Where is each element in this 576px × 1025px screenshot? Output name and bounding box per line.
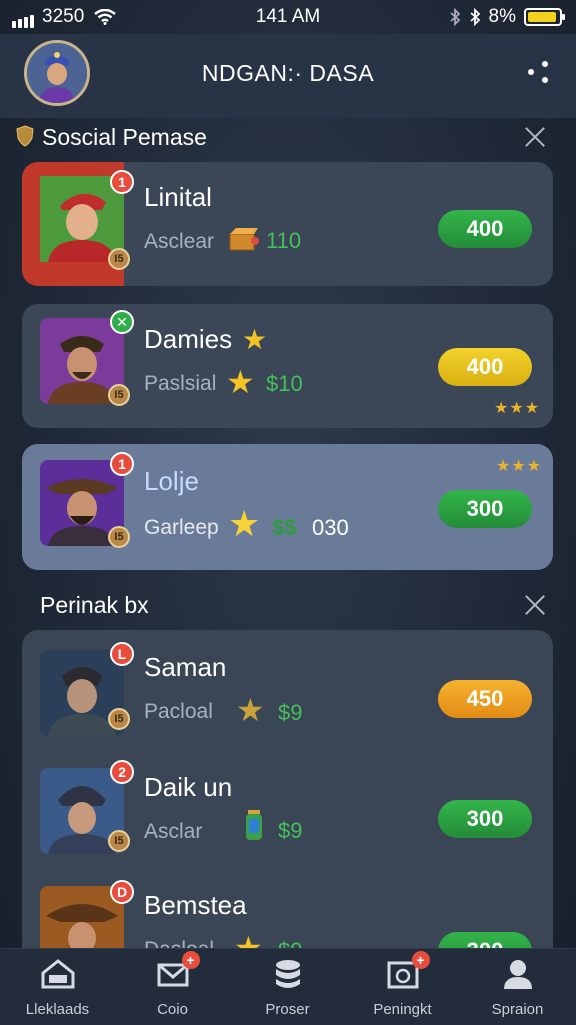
reward-value: $9 — [278, 818, 303, 843]
status-bar: 3250 141 AM 8% — [0, 0, 576, 34]
list-item[interactable]: D Bemstea Dasloal ★ $9 300 — [22, 876, 553, 948]
player-subtitle: Dasloal — [144, 938, 214, 948]
coins-icon — [271, 957, 305, 991]
reward-value: 030 — [312, 515, 349, 540]
battery-icon — [524, 8, 565, 26]
player-subtitle: Asclar — [144, 820, 203, 843]
list-item[interactable]: L I5 Saman Pacloal ★ $9 450 — [22, 640, 553, 758]
reward-value: $9 — [278, 938, 302, 948]
tab-label: Peningkt — [373, 1001, 432, 1018]
section-title: Soscial Pemase — [42, 124, 207, 150]
app-header: NDGAN:· DASA — [0, 34, 576, 118]
player-name: Bemstea — [144, 890, 247, 920]
tab-spraion[interactable]: Spraion — [460, 957, 575, 1018]
reward-value: 110 — [266, 228, 302, 253]
add-badge-icon: + — [411, 951, 430, 969]
tab-coio[interactable]: + Coio — [115, 951, 230, 1018]
player-name: Damies — [144, 324, 233, 354]
level-badge: I5 — [108, 830, 130, 852]
star-icon: ★ — [226, 364, 255, 400]
star-icon: ★ — [228, 503, 261, 544]
close-icon[interactable] — [524, 126, 546, 148]
notification-badge: 1 — [110, 452, 134, 476]
battery-percent: 8% — [488, 6, 516, 27]
notification-badge: ✕ — [110, 310, 134, 334]
shield-icon — [16, 125, 34, 147]
player-card-selected[interactable]: 1 I5 Lolje Garleep ★ $$ 030 300 ★★★ — [22, 444, 553, 570]
player-name: Saman — [144, 652, 227, 682]
reward-value: $10 — [266, 371, 303, 396]
player-subtitle: Paslsial — [144, 372, 217, 395]
notification-badge: D — [110, 880, 134, 904]
player-portrait-frame — [22, 162, 124, 286]
currency-icon: $$ — [272, 515, 297, 540]
tab-proser[interactable]: Proser — [230, 957, 345, 1018]
star-icon: ★ — [234, 930, 263, 948]
notification-badge: 2 — [110, 760, 134, 784]
rating-stars-icon: ★★★ — [496, 458, 543, 475]
tab-home[interactable]: Lleklaads — [0, 957, 115, 1018]
player-card[interactable]: 1 I5 Linital Asclear 110 400 — [22, 162, 553, 286]
player-name: Linital — [144, 182, 212, 212]
level-badge: I5 — [108, 248, 130, 270]
bluetooth-icon — [449, 8, 460, 26]
level-badge: I5 — [108, 708, 130, 730]
lantern-icon — [246, 810, 262, 840]
mail-icon: + — [156, 951, 200, 991]
section-header-social: Soscial Pemase — [0, 118, 576, 158]
price-button[interactable]: 300 — [438, 490, 532, 528]
notification-badge: L — [110, 642, 134, 666]
player-name: Daik un — [144, 772, 233, 802]
section-title: Perinak bx — [40, 592, 149, 618]
home-icon — [41, 957, 75, 991]
add-badge-icon: + — [181, 951, 200, 969]
close-icon[interactable] — [524, 594, 546, 616]
star-icon: ★ — [236, 692, 265, 728]
page-title: NDGAN:· DASA — [201, 60, 375, 86]
bluetooth-icon — [469, 8, 480, 26]
tab-label: Proser — [265, 1001, 310, 1018]
player-name: Lolje — [144, 466, 199, 496]
price-button[interactable]: 300 — [438, 800, 532, 838]
rating-stars-icon: ★★★ — [494, 400, 541, 417]
section-header-ranking: Perinak bx — [0, 586, 576, 626]
bottom-tab-bar: Lleklaads + Coio Proser + Peningkt Sprai… — [0, 948, 576, 1025]
tab-label: Lleklaads — [25, 1001, 90, 1018]
more-options-button[interactable] — [528, 59, 550, 85]
player-subtitle: Pacloal — [144, 700, 213, 723]
level-badge: I5 — [108, 526, 130, 548]
player-card[interactable]: ✕ I5 Damies ★ Paslsial ★ $10 400 ★★★ — [22, 304, 553, 428]
price-button[interactable]: 400 — [438, 210, 532, 248]
level-badge: I5 — [108, 384, 130, 406]
price-button[interactable]: 300 — [438, 932, 532, 948]
calendar-icon: + — [386, 951, 430, 991]
price-button[interactable]: 400 — [438, 348, 532, 386]
chest-icon — [229, 228, 259, 251]
tab-label: Spraion — [491, 1001, 544, 1018]
star-icon: ★ — [242, 324, 268, 355]
notification-badge: 1 — [110, 170, 134, 194]
player-subtitle: Garleep — [144, 516, 219, 539]
list-item[interactable]: 2 I5 Daik un Asclar $9 300 — [22, 758, 553, 876]
tab-peningkt[interactable]: + Peningkt — [345, 951, 460, 1018]
player-subtitle: Asclear — [144, 230, 215, 253]
price-button[interactable]: 450 — [438, 680, 532, 718]
reward-value: $9 — [278, 700, 303, 725]
tab-label: Coio — [157, 1001, 188, 1018]
profile-icon — [501, 957, 535, 991]
